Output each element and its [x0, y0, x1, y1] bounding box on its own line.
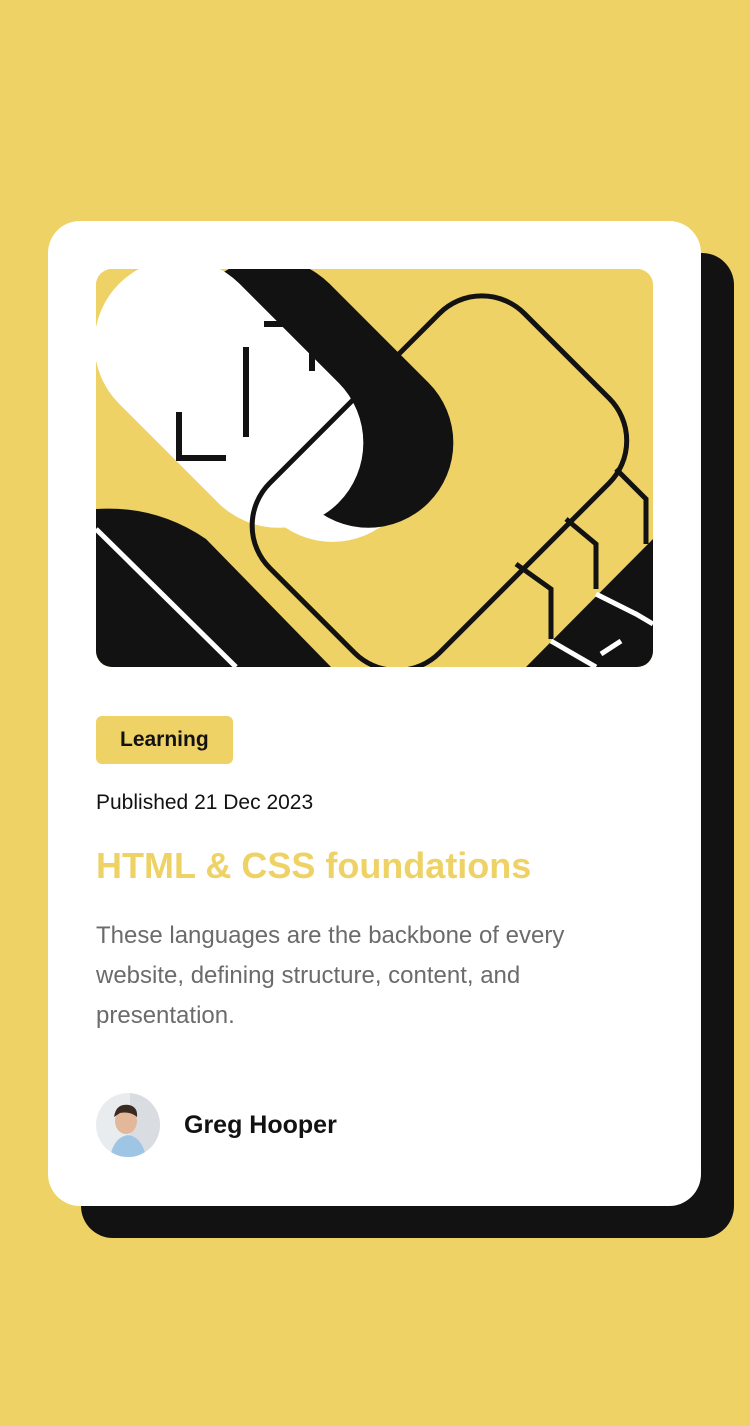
- published-date: Published 21 Dec 2023: [96, 791, 314, 814]
- card-title[interactable]: HTML & CSS foundations: [96, 842, 653, 890]
- card-description: These languages are the backbone of ever…: [96, 922, 565, 1029]
- blog-preview-card[interactable]: Learning Published 21 Dec 2023 HTML & CS…: [48, 221, 701, 1206]
- author-avatar: [96, 1093, 160, 1157]
- category-tag: Learning: [96, 716, 233, 764]
- author-name: Greg Hooper: [184, 1110, 337, 1139]
- author: Greg Hooper: [96, 1093, 337, 1157]
- hero-illustration: [96, 269, 653, 667]
